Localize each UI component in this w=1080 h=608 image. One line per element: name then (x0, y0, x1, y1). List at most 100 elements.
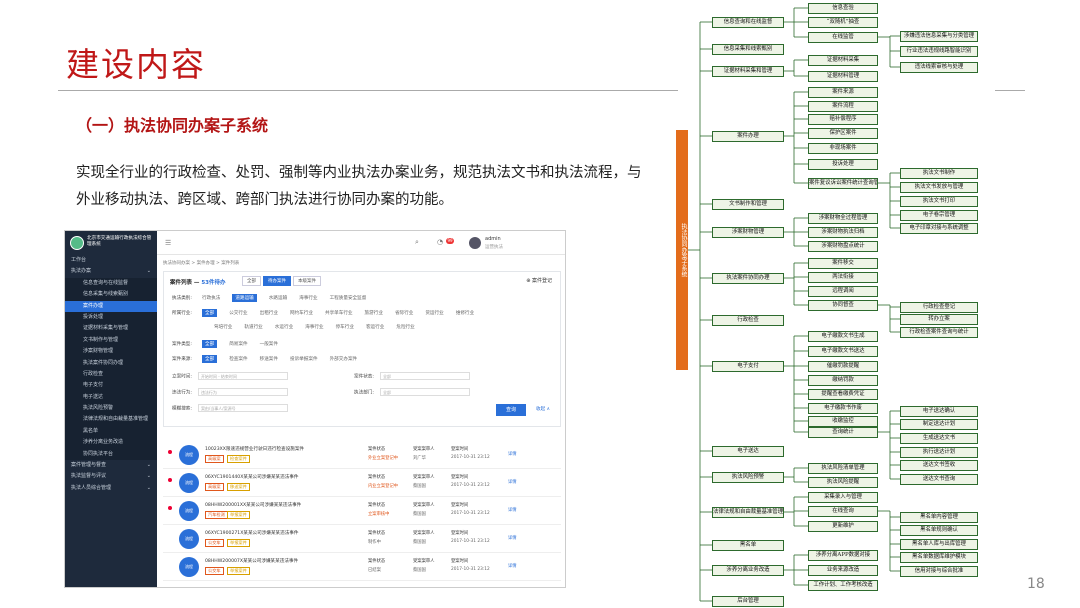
case-detail-link[interactable]: 详情 (508, 563, 517, 569)
tab-1[interactable]: 待办案件 (263, 276, 291, 286)
sidebar-item[interactable]: 案件管理与督查 ⌄ (65, 460, 157, 471)
case-detail-link[interactable]: 详情 (508, 479, 517, 485)
filter-option[interactable]: 简易案件 (229, 341, 247, 347)
filter-option[interactable]: 行政执法 (202, 295, 220, 301)
tree-node-l1: 涉案财物管理 (712, 226, 784, 238)
filter-option[interactable]: 水运行业 (275, 324, 293, 330)
tab-2[interactable]: 本级案件 (293, 276, 321, 286)
sidebar-item[interactable]: 电子支付 (65, 380, 157, 392)
filter-option[interactable]: 驾培行业 (214, 324, 232, 330)
filter-option[interactable]: 工程质量安全监督 (330, 295, 367, 301)
filter-option[interactable]: 网约车行业 (290, 310, 313, 316)
filter-option[interactable]: 道路运输 (232, 294, 257, 302)
filter-option[interactable]: 旅游行业 (365, 310, 383, 316)
filter-label: 案件来源: (172, 357, 192, 362)
sidebar-item[interactable]: 执法案件协同办理 (65, 357, 157, 369)
sidebar-item[interactable]: 信息采集与线索甄别 (65, 289, 157, 301)
filter-option[interactable]: 客运行业 (366, 324, 384, 330)
tree-node-l3: 制定送达计划 (900, 418, 978, 430)
sidebar-item-label: 信息查询与在线监督 (83, 279, 129, 286)
filter-option[interactable]: 海事行业 (299, 295, 317, 301)
filter-input[interactable]: 违法行为 (197, 388, 288, 396)
tree-node-l3: 电子送达确认 (900, 405, 978, 417)
filter-option[interactable]: 共享单车行业 (325, 310, 353, 316)
register-case-button[interactable]: ⊕ 案件登记 (526, 277, 552, 284)
sidebar-item[interactable]: 行政检查 (65, 368, 157, 381)
case-time-label: 登案时间 (451, 475, 469, 480)
filter-option[interactable]: 维修行业 (456, 310, 474, 316)
filter-option[interactable]: 水路运输 (269, 295, 287, 301)
sidebar-item-label: 涉案财物管理 (83, 348, 114, 355)
sidebar-item[interactable]: 投诉处理 (65, 311, 157, 324)
case-row[interactable]: 流程 08HHW200007X某某公司涉嫌某某违法事件 公交车 举报案件 案件状态 已结案… (163, 553, 561, 581)
case-party: 蔡国国 (413, 568, 426, 573)
sidebar-item[interactable]: 黑名单 (65, 425, 157, 438)
sidebar-item[interactable]: 执法办案 ⌄ (65, 266, 157, 277)
filter-input[interactable]: 全部 (379, 372, 470, 380)
sidebar-item[interactable]: 法律法规和自由裁量基准管理 (65, 414, 157, 426)
filter-option[interactable]: 出租行业 (260, 310, 278, 316)
tree-node-l2: 保护区案件 (808, 127, 878, 139)
sidebar-item-label: 投诉处理 (83, 313, 104, 320)
tree-node-l2: 协同督查 (808, 299, 878, 311)
bell-icon[interactable]: ◔ (437, 238, 443, 246)
sidebar-item[interactable]: 电子送达 (65, 391, 157, 404)
filter-input[interactable]: 全部 (379, 388, 470, 396)
menu-toggle-icon[interactable]: ☰ (165, 239, 171, 247)
case-tag: 检查案件 (227, 455, 250, 463)
case-row[interactable]: 流程 06XYC1900271X某某公司涉嫌某某违法事件 公交车 举报案件 案件状态 制作… (163, 525, 561, 553)
sidebar-item[interactable]: 案件办理 (65, 300, 157, 312)
sidebar-item[interactable]: 文书制作与管理 (65, 334, 157, 347)
filter-option[interactable]: 外部交办案件 (330, 356, 358, 362)
sidebar-item[interactable]: 涉养分离业务改造 (65, 437, 157, 449)
sidebar-item[interactable]: 工作台 (65, 255, 157, 266)
filter-option[interactable]: 检查案件 (229, 356, 247, 362)
filter-option[interactable]: 移送案件 (260, 356, 278, 362)
query-button[interactable]: 查询 (496, 404, 526, 416)
filter-option[interactable]: 海事行业 (305, 324, 323, 330)
sidebar-item[interactable]: 执法人员综合管理 ⌄ (65, 483, 157, 494)
sidebar-item[interactable]: 信息查询与在线监督 (65, 277, 157, 290)
breadcrumb: 执法协同办案 > 案件办理 > 案件列表 (163, 261, 240, 266)
sidebar-item[interactable]: 协同执法平台 (65, 448, 157, 461)
case-detail-link[interactable]: 详情 (508, 507, 517, 513)
case-party: 刘广华 (413, 456, 426, 461)
filter-option[interactable]: 省际行业 (395, 310, 413, 316)
tree-node-l3: 执法文书发放与管理 (900, 181, 978, 193)
filter-input[interactable]: 开始时间 - 结束时间 (197, 372, 288, 380)
sidebar-item[interactable]: 证据材料采集与管理 (65, 323, 157, 335)
filter-option[interactable]: 公交行业 (229, 310, 247, 316)
sidebar-item[interactable]: 涉案财物管理 (65, 346, 157, 358)
case-name[interactable]: 06XYC1901440X某某公司涉嫌某某违法事件 (205, 474, 299, 480)
case-row[interactable]: 流程 10023XX限速违规营业行驶日违行检查设施案件 高级案 检查案件 案件状态 外业立… (163, 441, 561, 469)
case-detail-link[interactable]: 详情 (508, 535, 517, 541)
filter-option[interactable]: 轨道行业 (244, 324, 262, 330)
filter-option[interactable]: 停车行业 (336, 324, 354, 330)
search-icon[interactable]: ⌕ (415, 238, 419, 247)
filter-field: 立案时间: 开始时间 - 结束时间 (172, 372, 288, 380)
sidebar-item[interactable]: 执法风险预警 (65, 403, 157, 415)
case-filter-panel: 案件列表 — 53件待办 全部 待办案件 本级案件 ⊕ 案件登记 执法类别: 行政执法… (163, 271, 561, 427)
case-name[interactable]: 08HHW200001XX某某公司涉嫌某某违法事件 (205, 502, 301, 508)
filter-option[interactable]: 一般案件 (260, 341, 278, 347)
filter-option[interactable]: 全部 (202, 355, 218, 363)
user-name[interactable]: admin (485, 236, 501, 242)
case-name[interactable]: 06XYC1900271X某某公司涉嫌某某违法事件 (205, 530, 299, 536)
filter-option[interactable]: 危险行业 (396, 324, 414, 330)
filter-input[interactable]: 案由/当事人/案源号 (197, 404, 288, 412)
filter-option[interactable]: 投诉举报案件 (290, 356, 318, 362)
tab-0[interactable]: 全部 (242, 276, 261, 286)
case-row[interactable]: 流程 06XYC1901440X某某公司涉嫌某某违法事件 高级案 移送案件 案件状态 内业… (163, 469, 561, 497)
collapse-link[interactable]: 收起 ∧ (536, 406, 550, 412)
filter-option[interactable]: 全部 (202, 340, 218, 348)
case-name[interactable]: 10023XX限速违规营业行驶日违行检查设施案件 (205, 446, 304, 452)
filter-option[interactable]: 货运行业 (425, 310, 443, 316)
filter-row: 驾培行业 轨道行业 水运行业 海事行业 停车行业 客运行业 危险行业 (172, 324, 427, 330)
sidebar-item[interactable]: 执法监督与评议 ⌄ (65, 471, 157, 482)
avatar[interactable] (469, 237, 481, 249)
case-detail-link[interactable]: 详情 (508, 451, 517, 457)
case-row[interactable]: 流程 08HHW200001XX某某公司涉嫌某某违法事件 汽车检测 举报案件 案件状态立… (163, 497, 561, 525)
app-screenshot: 北京市交通运输行政执法综合管理系统 工作台 执法办案 ⌄ 信息查询与在线监督 信息采集与… (64, 230, 566, 588)
case-name[interactable]: 08HHW200007X某某公司涉嫌某某违法事件 (205, 558, 298, 564)
filter-option[interactable]: 全部 (202, 309, 218, 317)
